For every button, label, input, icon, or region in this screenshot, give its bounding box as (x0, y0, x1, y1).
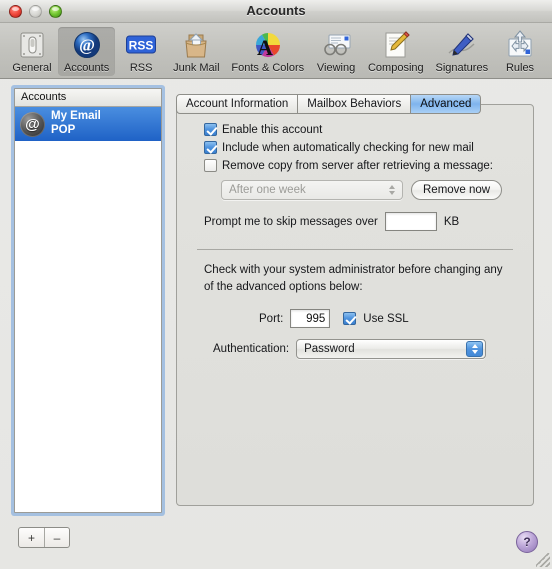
row-remove-interval: After one week Remove now (191, 180, 519, 200)
row-port: Port: Use SSL (191, 309, 519, 329)
toolbar-label-general: General (12, 62, 52, 74)
toolbar-item-viewing[interactable]: Viewing (310, 27, 362, 76)
tab-panel-advanced: Enable this account Include when automat… (176, 104, 534, 506)
viewing-icon (320, 29, 352, 61)
rules-icon (504, 29, 536, 61)
toolbar-label-viewing: Viewing (316, 62, 356, 74)
window-controls (9, 4, 62, 18)
junk-mail-icon (180, 29, 212, 61)
tab-account-information[interactable]: Account Information (176, 94, 299, 114)
toolbar-item-general[interactable]: General (6, 27, 58, 76)
toolbar-item-signatures[interactable]: Signatures (430, 27, 494, 76)
section-divider (197, 249, 513, 250)
svg-text:RSS: RSS (129, 39, 154, 53)
label-use-ssl: Use SSL (363, 312, 409, 325)
advanced-form: Enable this account Include when automat… (177, 105, 533, 505)
skip-size-input[interactable] (384, 212, 437, 231)
label-port: Port: (259, 312, 284, 325)
help-button[interactable]: ? (516, 531, 538, 553)
toolbar-item-rss[interactable]: RSS RSS (115, 27, 167, 76)
account-type: POP (51, 124, 76, 136)
toolbar-label-rss: RSS (129, 62, 153, 74)
toolbar-label-composing: Composing (367, 62, 424, 74)
account-tabview: Enable this account Include when automat… (176, 94, 534, 506)
port-input[interactable] (290, 309, 331, 329)
accounts-at-icon: @ (71, 29, 103, 61)
toolbar-label-signatures: Signatures (435, 62, 489, 74)
label-authentication: Authentication: (213, 343, 290, 356)
toolbar-item-fonts-colors[interactable]: A Fonts & Colors (225, 27, 310, 76)
svg-text:@: @ (79, 36, 95, 55)
accounts-preferences-window: Accounts General @ Accounts RSS RSS Junk… (0, 0, 552, 569)
resize-grip[interactable] (536, 553, 550, 567)
zoom-button-icon[interactable] (49, 4, 62, 18)
add-account-button[interactable]: + (19, 528, 44, 547)
account-name: My Email (51, 110, 101, 123)
remove-account-button[interactable]: – (44, 528, 69, 547)
remove-interval-popup[interactable]: After one week (221, 180, 403, 200)
avatar: @ (20, 111, 45, 137)
svg-text:A: A (257, 35, 273, 60)
authentication-popup[interactable]: Password (296, 339, 487, 360)
toolbar-label-fonts-colors: Fonts & Colors (231, 62, 305, 74)
toolbar-item-composing[interactable]: Composing (362, 27, 430, 76)
checkbox-remove-copy[interactable] (204, 159, 217, 172)
label-skip-unit: KB (443, 215, 460, 228)
row-authentication: Authentication: Password (191, 339, 519, 360)
signatures-icon (446, 29, 478, 61)
toolbar-item-accounts[interactable]: @ Accounts (58, 27, 116, 76)
tab-advanced[interactable]: Advanced (411, 94, 482, 114)
label-remove-copy: Remove copy from server after retrieving… (222, 159, 493, 172)
checkbox-include-auto-check[interactable] (204, 141, 217, 154)
toolbar-item-rules[interactable]: Rules (494, 27, 546, 76)
checkbox-enable-account[interactable] (204, 123, 217, 136)
window-title: Accounts (246, 3, 306, 18)
window-titlebar: Accounts (0, 0, 552, 23)
list-item[interactable]: @ My Email POP (15, 107, 161, 141)
account-add-remove-control[interactable]: + – (18, 527, 70, 548)
tab-mailbox-behaviors[interactable]: Mailbox Behaviors (298, 94, 412, 114)
minimize-button-icon[interactable] (29, 4, 42, 18)
row-enable-account[interactable]: Enable this account (191, 123, 519, 136)
rss-icon: RSS (125, 29, 157, 61)
label-enable-account: Enable this account (222, 123, 323, 136)
toolbar-label-accounts: Accounts (63, 62, 110, 74)
chevron-updown-icon (383, 182, 400, 198)
general-icon (16, 29, 48, 61)
row-skip-messages: Prompt me to skip messages over KB (191, 212, 519, 231)
accounts-list-header: Accounts (15, 89, 161, 107)
avatar-at-glyph: @ (25, 115, 40, 133)
authentication-value: Password (304, 343, 355, 356)
list-item-text: My Email POP (51, 110, 101, 137)
close-button-icon[interactable] (9, 4, 22, 18)
remove-now-button[interactable]: Remove now (411, 180, 503, 200)
fonts-colors-icon: A (252, 29, 284, 61)
account-tabs: Account Information Mailbox Behaviors Ad… (176, 94, 482, 114)
preferences-toolbar: General @ Accounts RSS RSS Junk Mail A F… (0, 23, 552, 79)
remove-interval-value: After one week (229, 184, 306, 196)
checkbox-use-ssl[interactable] (343, 312, 357, 326)
label-skip-messages: Prompt me to skip messages over (204, 215, 378, 228)
toolbar-label-rules: Rules (505, 62, 535, 74)
row-include-auto-check[interactable]: Include when automatically checking for … (191, 141, 519, 154)
chevron-updown-icon (466, 341, 484, 358)
admin-note: Check with your system administrator bef… (204, 264, 503, 293)
toolbar-label-junk-mail: Junk Mail (173, 62, 220, 74)
label-include-auto-check: Include when automatically checking for … (222, 141, 474, 154)
toolbar-item-junk-mail[interactable]: Junk Mail (167, 27, 225, 76)
row-remove-copy[interactable]: Remove copy from server after retrieving… (191, 159, 519, 172)
preferences-content: Accounts @ My Email POP + – Enable this … (0, 79, 552, 569)
composing-icon (380, 29, 412, 61)
accounts-list-panel[interactable]: Accounts @ My Email POP (14, 88, 162, 513)
